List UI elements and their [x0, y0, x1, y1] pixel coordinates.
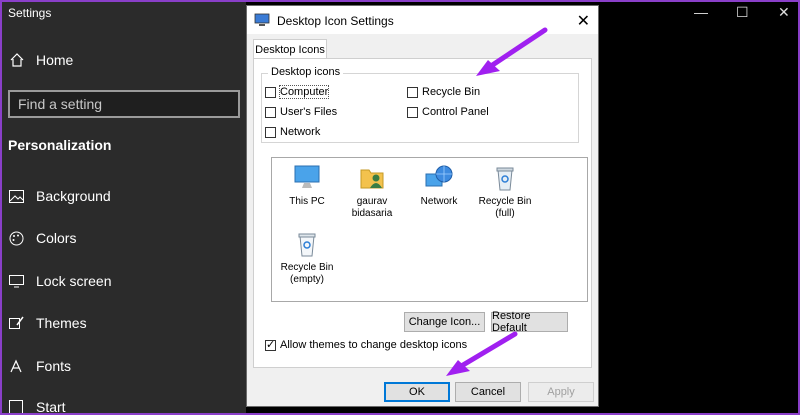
icon-user-folder[interactable]: gaurav bidasaria [337, 164, 407, 220]
computer-icon [294, 165, 320, 188]
cancel-button[interactable]: Cancel [455, 382, 521, 402]
icon-caption-2: (empty) [290, 274, 324, 285]
minimize-icon[interactable]: — [694, 4, 708, 20]
icon-caption: gaurav [356, 196, 388, 207]
home-label: Home [36, 52, 74, 68]
icon-recycle-bin-full[interactable]: Recycle Bin (full) [470, 164, 540, 220]
nav-label: Themes [36, 315, 87, 331]
icon-this-pc[interactable]: This PC [272, 164, 342, 208]
maximize-icon[interactable]: ☐ [736, 4, 749, 21]
user-folder-icon [360, 169, 384, 189]
font-icon [8, 358, 24, 374]
nav-item-lock-screen[interactable]: Lock screen [8, 273, 111, 289]
nav-item-fonts[interactable]: Fonts [8, 358, 71, 374]
checkbox-control-panel[interactable]: Control Panel [407, 106, 489, 118]
icon-caption: Recycle Bin [280, 262, 334, 273]
allow-themes-checkbox[interactable]: Allow themes to change desktop icons [265, 338, 467, 351]
checkbox-recycle-bin[interactable]: Recycle Bin [407, 86, 480, 98]
checkbox-network[interactable]: Network [265, 126, 320, 138]
icon-caption: Network [420, 196, 458, 207]
nav-item-background[interactable]: Background [8, 188, 111, 204]
nav-item-start[interactable]: Start [8, 399, 66, 415]
checkbox-computer[interactable]: Computer [265, 85, 330, 99]
recycle-bin-empty-icon [298, 233, 316, 257]
arrow-annotation-top [476, 27, 548, 76]
icon-caption-2: bidasaria [351, 208, 393, 219]
icon-preview-list: This PC gaurav bidasaria Network Recycle… [271, 157, 588, 302]
icon-caption: This PC [289, 196, 325, 207]
settings-title: Settings [8, 6, 52, 20]
brush-icon [8, 315, 24, 331]
tab-panel: Desktop icons Computer User's Files Netw… [253, 58, 592, 368]
dialog-title: Desktop Icon Settings [277, 14, 394, 28]
apply-button[interactable]: Apply [528, 382, 594, 402]
desktop-icons-group: Desktop icons Computer User's Files Netw… [261, 66, 579, 143]
nav-label: Start [36, 399, 66, 415]
change-icon-button[interactable]: Change Icon... [404, 312, 485, 332]
nav-item-themes[interactable]: Themes [8, 315, 87, 331]
checkbox-box[interactable] [407, 86, 418, 98]
nav-label: Fonts [36, 358, 72, 374]
icon-caption: Recycle Bin [478, 196, 532, 207]
close-icon[interactable]: ✕ [577, 11, 590, 31]
checkbox-box[interactable] [265, 126, 276, 138]
checkbox-box[interactable] [265, 106, 276, 118]
settings-window: Settings Home Find a setting Personaliza… [0, 0, 246, 415]
group-legend: Desktop icons [268, 66, 344, 78]
home-nav[interactable]: Home [8, 52, 73, 68]
palette-icon [8, 230, 24, 246]
checkbox-label: Network [280, 126, 321, 138]
network-globe-icon [425, 165, 453, 187]
tab-desktop-icons[interactable]: Desktop Icons [253, 39, 327, 60]
picture-icon [8, 188, 24, 204]
start-icon [8, 399, 24, 415]
desktop-settings-icon [254, 12, 270, 28]
monitor-icon [8, 273, 24, 289]
home-icon [8, 52, 26, 68]
search-input[interactable]: Find a setting [8, 90, 240, 118]
nav-label: Lock screen [36, 273, 112, 289]
nav-label: Background [36, 188, 111, 204]
checkbox-label: Recycle Bin [422, 86, 481, 98]
checkbox-users-files[interactable]: User's Files [265, 106, 337, 118]
icon-recycle-bin-empty[interactable]: Recycle Bin (empty) [272, 230, 342, 286]
ok-button[interactable]: OK [384, 382, 450, 402]
arrow-annotation-bottom [446, 331, 518, 376]
checkbox-label: Computer [278, 85, 330, 99]
icon-caption-2: (full) [495, 208, 515, 219]
restore-default-button[interactable]: Restore Default [491, 310, 568, 334]
checkbox-box[interactable] [265, 338, 276, 351]
checkbox-box[interactable] [265, 86, 276, 98]
nav-label: Colors [36, 230, 77, 246]
nav-item-colors[interactable]: Colors [8, 230, 76, 246]
checkbox-box[interactable] [407, 106, 418, 118]
checkbox-label: User's Files [280, 106, 338, 118]
section-title: Personalization [8, 137, 112, 153]
recycle-bin-full-icon [496, 167, 514, 191]
close-window-icon[interactable]: ✕ [778, 4, 790, 21]
checkbox-label: Control Panel [422, 106, 489, 118]
icon-network[interactable]: Network [404, 164, 474, 208]
